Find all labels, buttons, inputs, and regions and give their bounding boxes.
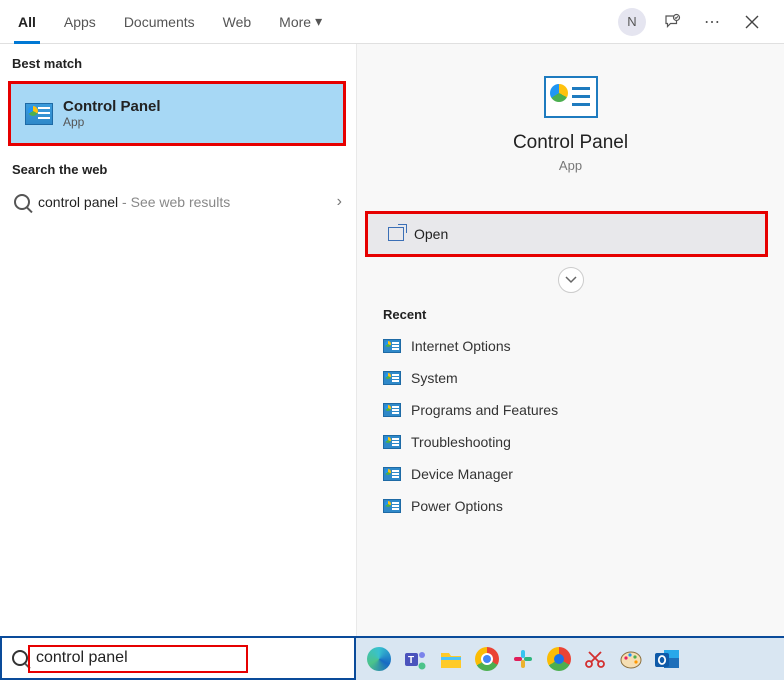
left-results: Best match Control Panel App Search the … xyxy=(0,44,356,636)
recent-item[interactable]: Device Manager xyxy=(365,458,776,490)
tab-web[interactable]: Web xyxy=(209,0,266,44)
recent-item[interactable]: Troubleshooting xyxy=(365,426,776,458)
search-box[interactable] xyxy=(0,638,356,680)
chevron-right-icon: › xyxy=(337,193,342,211)
user-avatar[interactable]: N xyxy=(618,8,646,36)
search-icon xyxy=(12,650,28,666)
tab-documents[interactable]: Documents xyxy=(110,0,209,44)
taskbar-slack-icon[interactable] xyxy=(508,644,538,674)
control-panel-icon xyxy=(383,371,401,385)
expand-actions-button[interactable] xyxy=(558,267,584,293)
best-match-header: Best match xyxy=(0,44,356,77)
open-action[interactable]: Open xyxy=(365,211,768,257)
taskbar-outlook-icon[interactable] xyxy=(652,644,682,674)
tab-more[interactable]: More ▾ xyxy=(265,0,336,44)
open-icon xyxy=(388,227,404,241)
preview-pane: Control Panel App Open Recent Internet O… xyxy=(356,44,784,636)
recent-label: Troubleshooting xyxy=(411,434,511,450)
open-label: Open xyxy=(414,226,448,242)
web-suffix: - See web results xyxy=(118,194,230,210)
top-right-controls: N ⋯ xyxy=(618,8,780,36)
recent-header: Recent xyxy=(357,299,784,326)
preview-title: Control Panel xyxy=(357,132,784,154)
web-search-result[interactable]: control panel - See web results › xyxy=(0,183,356,221)
tab-apps[interactable]: Apps xyxy=(50,0,110,44)
recent-label: System xyxy=(411,370,458,386)
taskbar-teams-icon[interactable]: T xyxy=(400,644,430,674)
web-search-text: control panel - See web results xyxy=(38,194,230,210)
feedback-icon[interactable] xyxy=(658,8,686,36)
recent-item[interactable]: Internet Options xyxy=(365,330,776,362)
bottom-bar: T xyxy=(0,636,784,680)
control-panel-icon xyxy=(383,499,401,513)
taskbar-snip-icon[interactable] xyxy=(580,644,610,674)
web-query: control panel xyxy=(38,194,118,210)
taskbar: T xyxy=(356,638,784,680)
result-subtitle: App xyxy=(63,115,161,129)
recent-item[interactable]: Programs and Features xyxy=(365,394,776,426)
control-panel-large-icon xyxy=(544,76,598,118)
recent-label: Device Manager xyxy=(411,466,513,482)
taskbar-edge-icon[interactable] xyxy=(364,644,394,674)
control-panel-icon xyxy=(383,403,401,417)
search-web-header: Search the web xyxy=(0,150,356,183)
chevron-down-icon: ▾ xyxy=(315,13,322,30)
tab-all[interactable]: All xyxy=(4,0,50,44)
search-input[interactable] xyxy=(36,649,344,667)
tab-more-label: More xyxy=(279,14,311,30)
more-options-icon[interactable]: ⋯ xyxy=(698,8,726,36)
control-panel-icon xyxy=(25,103,53,125)
recent-item[interactable]: Power Options xyxy=(365,490,776,522)
taskbar-chrome-canary-icon[interactable] xyxy=(544,644,574,674)
taskbar-chrome-icon[interactable] xyxy=(472,644,502,674)
control-panel-icon xyxy=(383,435,401,449)
taskbar-paint-icon[interactable] xyxy=(616,644,646,674)
search-icon xyxy=(14,194,30,210)
recent-label: Programs and Features xyxy=(411,402,558,418)
result-control-panel[interactable]: Control Panel App xyxy=(8,81,346,146)
recent-list: Internet Options System Programs and Fea… xyxy=(357,326,784,526)
taskbar-explorer-icon[interactable] xyxy=(436,644,466,674)
recent-item[interactable]: System xyxy=(365,362,776,394)
recent-label: Power Options xyxy=(411,498,503,514)
preview-subtitle: App xyxy=(357,158,784,173)
main-area: Best match Control Panel App Search the … xyxy=(0,44,784,636)
top-tabs: All Apps Documents Web More ▾ N ⋯ xyxy=(0,0,784,44)
svg-text:T: T xyxy=(408,655,414,666)
control-panel-icon xyxy=(383,467,401,481)
recent-label: Internet Options xyxy=(411,338,511,354)
result-title: Control Panel xyxy=(63,98,161,115)
control-panel-icon xyxy=(383,339,401,353)
close-icon[interactable] xyxy=(738,8,766,36)
